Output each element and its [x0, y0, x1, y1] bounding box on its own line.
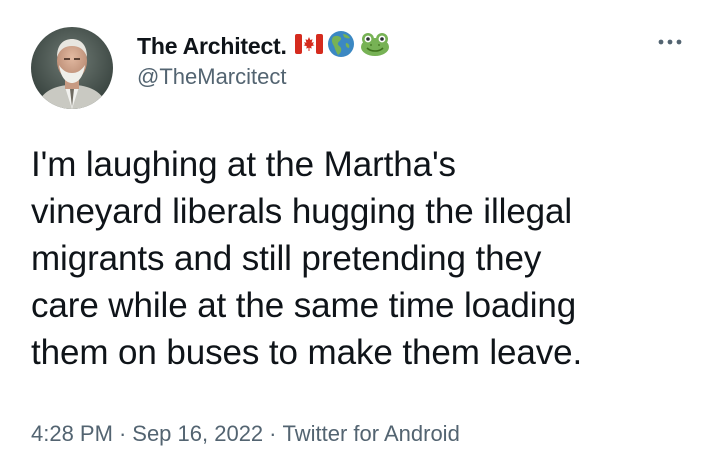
tweet-card: The Architect. @TheMarcitect I'm laughin… [0, 0, 719, 468]
meta-separator: · [118, 421, 127, 446]
author-display-name[interactable]: The Architect. [137, 33, 287, 60]
tweet-metadata: 4:28 PM · Sep 16, 2022 · Twitter for Android [31, 421, 460, 447]
tweet-source[interactable]: Twitter for Android [283, 421, 460, 446]
author-name-row[interactable]: The Architect. [137, 30, 391, 63]
meta-separator: · [269, 421, 277, 446]
avatar-image [31, 27, 113, 109]
globe-americas-icon [327, 30, 355, 63]
more-options-icon[interactable] [656, 34, 684, 50]
frog-icon [359, 31, 391, 62]
avatar[interactable] [31, 27, 113, 109]
author-handle[interactable]: @TheMarcitect [137, 64, 286, 90]
tweet-text: I'm laughing at the Martha's vineyard li… [31, 145, 583, 372]
canada-flag-icon [294, 33, 323, 59]
tweet-date[interactable]: Sep 16, 2022 [132, 421, 263, 446]
tweet-time[interactable]: 4:28 PM [31, 421, 113, 446]
